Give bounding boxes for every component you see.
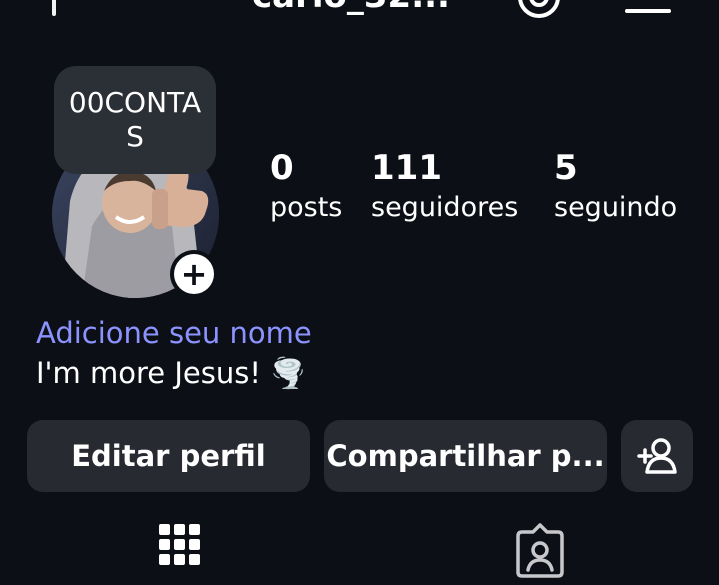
- top-bar: carlo_32...: [0, 0, 719, 22]
- plus-icon: +: [174, 254, 214, 294]
- tab-grid[interactable]: [150, 520, 210, 580]
- add-name-link[interactable]: Adicione seu nome: [36, 313, 312, 353]
- bio-text: I'm more Jesus! 🌪️: [36, 356, 307, 390]
- note-bubble[interactable]: 00CONTAS: [54, 66, 216, 174]
- tagged-icon: [516, 523, 564, 578]
- add-user-button[interactable]: [621, 420, 693, 492]
- stat-following-label: seguindo: [554, 192, 678, 223]
- stat-posts-label: posts: [270, 192, 343, 223]
- profile-screen: carlo_32...: [0, 0, 719, 585]
- share-profile-button[interactable]: Compartilhar p...: [324, 420, 607, 492]
- tab-tagged[interactable]: [510, 520, 570, 580]
- stat-following[interactable]: 5 seguindo: [554, 148, 677, 228]
- add-user-icon: [637, 438, 677, 474]
- stat-following-value: 5: [554, 148, 578, 188]
- grid-icon: [159, 524, 200, 565]
- stat-posts[interactable]: 0 posts: [270, 148, 342, 228]
- stat-followers-value: 111: [371, 148, 442, 188]
- stat-followers-label: seguidores: [371, 192, 519, 223]
- menu-icon[interactable]: [625, 9, 671, 13]
- add-story-button[interactable]: +: [170, 250, 218, 298]
- edit-profile-button[interactable]: Editar perfil: [27, 420, 310, 492]
- threads-icon[interactable]: [516, 0, 562, 20]
- stat-followers[interactable]: 111 seguidores: [371, 148, 518, 228]
- back-icon[interactable]: [52, 0, 56, 16]
- stat-posts-value: 0: [270, 148, 294, 188]
- username-title[interactable]: carlo_32...: [252, 0, 450, 16]
